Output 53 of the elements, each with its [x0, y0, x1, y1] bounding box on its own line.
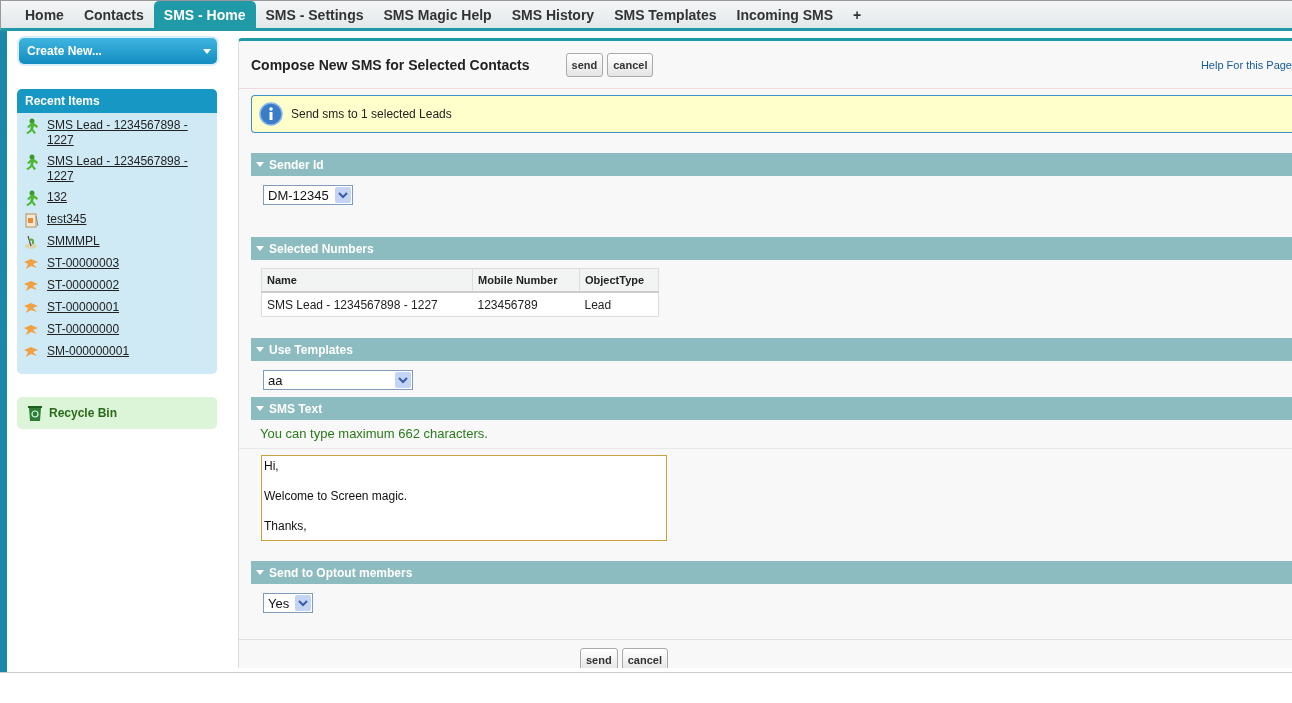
section-title: Sender Id — [269, 157, 324, 172]
sms-text-area[interactable]: Hi, Welcome to Screen magic. Thanks, — [261, 455, 667, 541]
collapse-triangle-icon — [256, 347, 264, 352]
nav-tab[interactable]: + — [843, 1, 872, 28]
action-button[interactable]: cancel — [607, 52, 654, 77]
info-icon — [259, 102, 283, 126]
column-header: ObjectType — [579, 268, 659, 292]
recent-items-header: Recent Items — [17, 89, 217, 113]
recent-item-link[interactable]: ST-00000000 — [47, 322, 197, 337]
recent-item-link[interactable]: SM-000000001 — [47, 344, 197, 359]
section-title: Selected Numbers — [269, 241, 374, 256]
select-field[interactable]: aa — [263, 370, 413, 390]
collapse-triangle-icon — [256, 246, 264, 251]
select-field[interactable]: Yes — [263, 593, 314, 613]
section-title: Use Templates — [269, 342, 353, 357]
action-button[interactable]: send — [580, 648, 618, 668]
document-icon — [23, 212, 39, 228]
column-header: Mobile Number — [472, 268, 580, 292]
table-cell: SMS Lead - 1234567898 - 1227 — [261, 292, 473, 317]
section-title: Send to Optout members — [269, 565, 413, 580]
recent-item-link[interactable]: test345 — [47, 212, 197, 227]
info-message: Send sms to 1 selected Leads — [291, 107, 452, 121]
select-field[interactable]: DM-12345 — [263, 185, 353, 205]
section-title: SMS Text — [269, 401, 323, 416]
help-link[interactable]: Help For this Page — [1200, 58, 1292, 71]
nav-tab[interactable]: Contacts — [73, 1, 154, 28]
nav-tab[interactable]: Home — [15, 1, 74, 28]
recent-item-link[interactable]: 132 — [47, 190, 197, 205]
action-button[interactable]: cancel — [621, 648, 668, 668]
recent-item-link[interactable]: SMMMPL — [47, 234, 197, 249]
nav-tab[interactable]: SMS History — [501, 1, 605, 28]
recent-item-link[interactable]: SMS Lead - 1234567898 - 1227 — [47, 154, 197, 184]
collapse-triangle-icon — [256, 570, 264, 575]
table-cell: 123456789 — [472, 292, 580, 317]
character-limit-note: You can type maximum 662 characters. — [239, 420, 1292, 449]
nav-tab[interactable]: SMS Templates — [604, 1, 727, 28]
recent-item-link[interactable]: ST-00000001 — [47, 300, 197, 315]
caret-icon — [203, 48, 211, 54]
create-new-label: Create New... — [27, 44, 102, 58]
table-cell: Lead — [579, 292, 659, 317]
nav-tab[interactable]: Incoming SMS — [726, 1, 843, 28]
recent-item-link[interactable]: ST-00000002 — [47, 278, 197, 293]
collapse-triangle-icon — [256, 162, 264, 167]
page-title: Compose New SMS for Selected Contacts — [251, 56, 530, 73]
recent-item-link[interactable]: ST-00000003 — [47, 256, 197, 271]
recent-item-link[interactable]: SMS Lead - 1234567898 - 1227 — [47, 118, 197, 148]
collapse-triangle-icon — [256, 406, 264, 411]
trash-bin-icon — [27, 404, 43, 422]
action-button[interactable]: send — [565, 52, 604, 77]
nav-tab[interactable]: SMS Magic Help — [373, 1, 502, 28]
column-header: Name — [261, 268, 473, 292]
nav-tab[interactable]: SMS - Settings — [255, 1, 374, 28]
recycle-bin-link[interactable]: Recycle Bin — [49, 406, 118, 420]
